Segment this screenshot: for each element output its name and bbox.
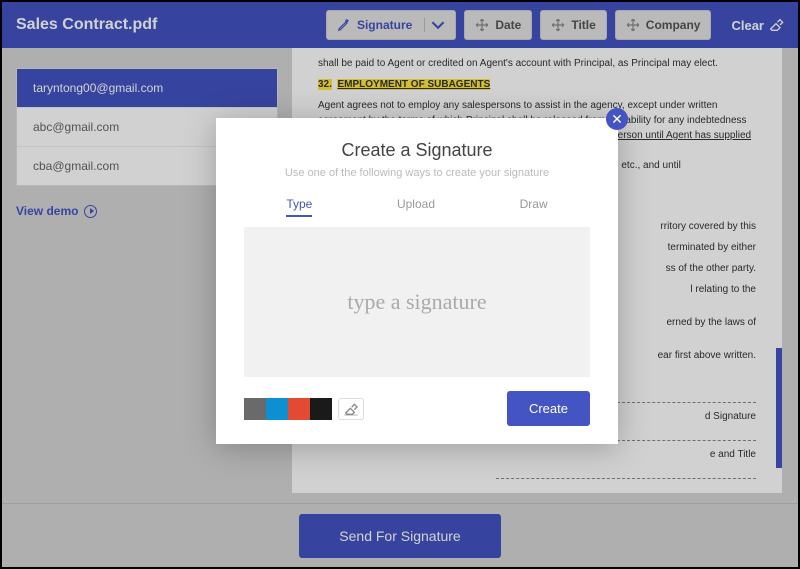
color-swatch-blue[interactable] [266,398,288,420]
create-button[interactable]: Create [507,391,590,426]
close-modal-button[interactable]: ✕ [606,108,628,130]
tab-type[interactable]: Type [286,197,312,217]
tab-draw[interactable]: Draw [520,197,548,217]
eraser-button[interactable] [338,398,364,420]
tab-upload[interactable]: Upload [397,197,435,217]
color-swatch-red[interactable] [288,398,310,420]
create-signature-modal: ✕ Create a Signature Use one of the foll… [216,118,618,444]
modal-title: Create a Signature [244,140,590,161]
color-swatch-gray[interactable] [244,398,266,420]
modal-tabs: Type Upload Draw [244,197,590,217]
modal-subtitle: Use one of the following ways to create … [244,167,590,179]
color-swatch-black[interactable] [310,398,332,420]
eraser-icon [343,402,359,416]
signature-text-input[interactable] [261,289,572,315]
color-swatches [244,398,332,420]
close-icon: ✕ [611,111,623,128]
signature-canvas [244,227,590,377]
modal-footer: Create [244,391,590,426]
